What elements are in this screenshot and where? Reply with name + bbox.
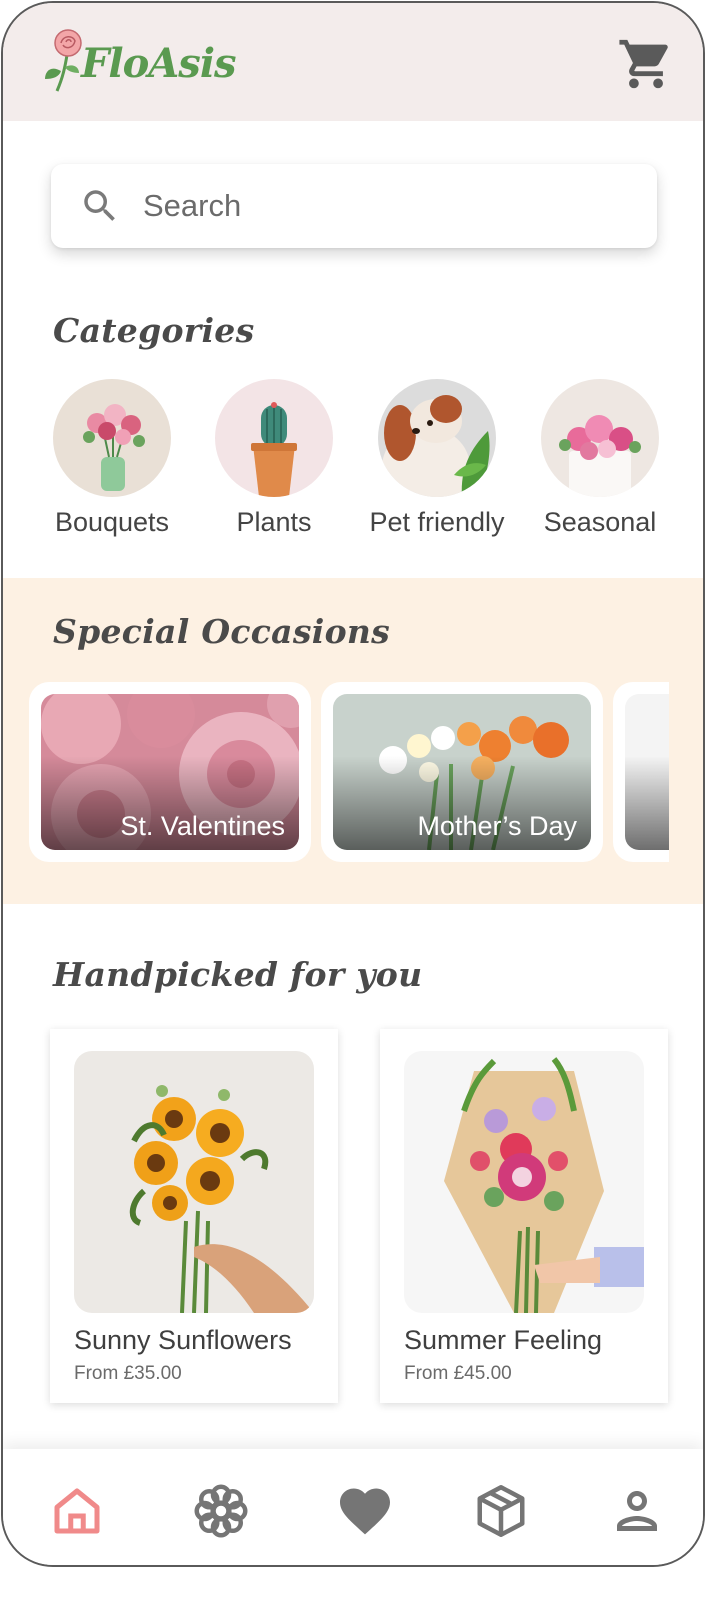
product-price: From £35.00 [74, 1363, 182, 1384]
category-label: Plants [236, 507, 312, 537]
category-image [53, 379, 171, 497]
product-card-summer-feeling[interactable]: Summer Feeling From £45.00 [380, 1029, 668, 1403]
nav-profile[interactable] [607, 1481, 667, 1541]
category-bouquets[interactable]: Bouquets [32, 379, 192, 538]
occasion-card-partial[interactable] [613, 682, 669, 862]
bottom-navigation [3, 1449, 703, 1565]
category-seasonal[interactable]: Seasonal [520, 379, 680, 538]
nav-favorites[interactable] [335, 1481, 395, 1541]
category-image [215, 379, 333, 497]
category-plants[interactable]: Plants [194, 379, 354, 538]
app-screen: FloAsis Categories [1, 1, 705, 1567]
home-icon [54, 1488, 100, 1534]
brand-logo[interactable]: FloAsis [43, 25, 237, 97]
search-input[interactable] [143, 188, 623, 224]
occasion-image: Mother’s Day [333, 694, 591, 850]
special-occasions-section: Special Occasions St. Valentines Mother’… [3, 578, 703, 904]
occasion-image [625, 694, 669, 850]
profile-icon [617, 1491, 657, 1531]
special-occasions-title: Special Occasions [53, 612, 391, 651]
handpicked-title: Handpicked for you [53, 955, 423, 994]
product-price: From £45.00 [404, 1363, 512, 1384]
flower-icon [194, 1484, 248, 1538]
shopping-cart-icon[interactable] [617, 35, 675, 93]
brand-name: FloAsis [81, 39, 237, 87]
category-label: Bouquets [54, 507, 170, 537]
product-name: Sunny Sunflowers [74, 1325, 292, 1355]
category-label: Pet friendly [369, 507, 505, 537]
package-icon [477, 1485, 525, 1537]
product-image [404, 1051, 644, 1313]
product-card-sunny-sunflowers[interactable]: Sunny Sunflowers From £35.00 [50, 1029, 338, 1403]
categories-title: Categories [53, 311, 255, 350]
product-name: Summer Feeling [404, 1325, 603, 1355]
product-image [74, 1051, 314, 1313]
nav-orders[interactable] [471, 1481, 531, 1541]
occasion-label: St. Valentines [120, 811, 285, 841]
category-pet-friendly[interactable]: Pet friendly [357, 379, 517, 538]
nav-home[interactable] [47, 1481, 107, 1541]
occasion-image: St. Valentines [41, 694, 299, 850]
category-label: Seasonal [543, 507, 657, 537]
categories-list: Bouquets Plants Pet friendly Seasonal [33, 379, 683, 549]
heart-icon [340, 1488, 390, 1535]
search-icon [84, 190, 115, 221]
occasion-card-mothers-day[interactable]: Mother’s Day [321, 682, 603, 862]
category-image [541, 379, 659, 497]
occasion-label: Mother’s Day [417, 811, 577, 841]
nav-flowers[interactable] [191, 1481, 251, 1541]
occasion-card-valentines[interactable]: St. Valentines [29, 682, 311, 862]
search-bar[interactable] [51, 164, 657, 248]
app-header: FloAsis [3, 3, 703, 121]
category-image [378, 379, 496, 497]
